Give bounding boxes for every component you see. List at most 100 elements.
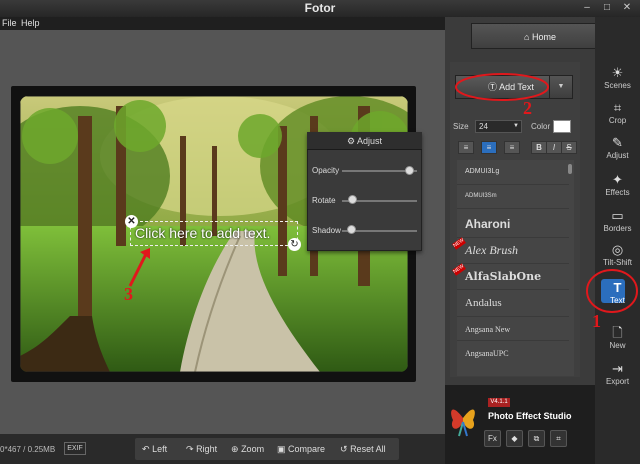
font-item[interactable]: Andalus: [465, 297, 502, 309]
window-title: Fotor: [304, 1, 336, 15]
divider: [457, 263, 569, 264]
font-list-scrollbar[interactable]: [568, 164, 572, 174]
diamond-icon[interactable]: ◆: [506, 430, 523, 447]
reset-all-button[interactable]: ↺ Reset All: [340, 438, 386, 460]
divider: [457, 316, 569, 317]
opacity-label: Opacity: [312, 166, 340, 175]
reset-icon: ↺: [340, 444, 348, 454]
close-icon[interactable]: ✕: [125, 215, 138, 228]
rotate-right-label: Right: [196, 444, 218, 454]
rotate-right-button[interactable]: ↷ Right: [186, 438, 217, 460]
font-item[interactable]: AngsanaUPC: [465, 349, 509, 358]
font-item[interactable]: ADMUI3Sm: [465, 193, 497, 199]
tool-new-label: New: [609, 341, 626, 350]
font-item[interactable]: Alex Brush: [465, 243, 518, 258]
size-label: Size: [453, 122, 469, 131]
tool-adjust[interactable]: ✎ Adjust: [595, 135, 640, 161]
tool-effects[interactable]: ✦ Effects: [595, 172, 640, 198]
tool-export[interactable]: ⇥ Export: [595, 361, 640, 387]
annotation-circle-1: [586, 269, 638, 313]
font-item[interactable]: ADMUI3Lg: [465, 168, 499, 175]
butterfly-logo-icon: [451, 409, 475, 437]
home-icon: ⌂: [524, 32, 530, 42]
shadow-slider-knob[interactable]: [347, 225, 356, 234]
bold-button[interactable]: B: [531, 141, 547, 154]
rotate-slider-knob[interactable]: [348, 195, 357, 204]
tilt-shift-icon: ◎: [611, 242, 624, 257]
sun-icon: ☀: [611, 65, 624, 80]
size-select[interactable]: 24 ▼: [475, 120, 522, 133]
pencil-icon: ✎: [612, 135, 623, 150]
shadow-label: Shadow: [312, 226, 341, 235]
rotate-handle-icon[interactable]: ↻: [288, 238, 301, 251]
rotate-left-label: Left: [152, 444, 168, 454]
home-button[interactable]: ⌂ Home: [471, 23, 609, 49]
tool-effects-label: Effects: [605, 188, 630, 197]
exif-button[interactable]: EXIF: [64, 442, 86, 455]
annotation-number-3: 3: [124, 284, 133, 304]
align-center-button[interactable]: ≡: [481, 141, 497, 154]
fx-icon[interactable]: Fx: [484, 430, 501, 447]
menu-file[interactable]: File: [2, 18, 17, 28]
border-icon: ▭: [611, 208, 624, 223]
tool-scenes-label: Scenes: [604, 81, 631, 90]
compare-button[interactable]: ▣ Compare: [277, 438, 325, 460]
rotate-right-icon: ↷: [186, 444, 194, 454]
zoom-label: Zoom: [241, 444, 265, 454]
chevron-down-icon: ▼: [513, 123, 519, 129]
image-info: 0*467 / 0.25MB: [0, 445, 56, 454]
divider: [457, 340, 569, 341]
add-text-dropdown[interactable]: ▼: [549, 75, 573, 99]
rotate-left-icon: ↶: [142, 444, 150, 454]
home-label: Home: [531, 32, 556, 42]
close-button[interactable]: ✕: [620, 2, 634, 14]
color-swatch[interactable]: [553, 120, 571, 133]
rotate-label: Rotate: [312, 196, 336, 205]
tool-tilt-shift[interactable]: ◎ Tilt-Shift: [595, 242, 640, 268]
annotation-circle-2: [455, 73, 549, 101]
tool-scenes[interactable]: ☀ Scenes: [595, 65, 640, 91]
font-item[interactable]: Angsana New: [465, 325, 510, 334]
menu-help[interactable]: Help: [21, 18, 40, 28]
annotation-number-2: 2: [523, 98, 532, 118]
tool-adjust-label: Adjust: [606, 151, 629, 160]
align-right-button[interactable]: ≡: [504, 141, 520, 154]
maximize-button[interactable]: □: [600, 2, 614, 14]
tool-export-label: Export: [605, 377, 630, 386]
tool-tilt-shift-label: Tilt-Shift: [602, 258, 633, 267]
strikethrough-button[interactable]: S: [561, 141, 577, 154]
tool-crop-label: Crop: [608, 116, 627, 125]
font-item[interactable]: Aharoni: [465, 217, 510, 231]
reset-all-label: Reset All: [350, 444, 386, 454]
text-placeholder[interactable]: Click here to add text.: [135, 225, 270, 241]
adjust-panel-title: Adjust: [357, 136, 383, 146]
font-item[interactable]: AlfaSlabOne: [465, 270, 541, 283]
divider: [457, 289, 569, 290]
frame-icon[interactable]: ⧉: [528, 430, 545, 447]
opacity-slider-knob[interactable]: [405, 166, 414, 175]
menu-bar: [0, 17, 445, 30]
chevron-down-icon: ▼: [557, 83, 565, 90]
zoom-icon: ⊕: [231, 444, 239, 454]
crop-icon[interactable]: ⌗: [550, 430, 567, 447]
new-file-icon: 🗋: [612, 325, 623, 340]
tool-new[interactable]: 🗋 New: [595, 325, 640, 351]
tool-borders[interactable]: ▭ Borders: [595, 208, 640, 234]
size-value: 24: [479, 122, 488, 131]
sparkle-icon: ✦: [612, 172, 623, 187]
rotate-left-button[interactable]: ↶ Left: [142, 438, 167, 460]
export-icon: ⇥: [612, 361, 623, 376]
compare-label: Compare: [288, 444, 326, 454]
divider: [457, 184, 569, 185]
adjust-panel-header: ⚙ Adjust: [307, 132, 422, 150]
tool-crop[interactable]: ⌗ Crop: [595, 101, 640, 126]
minimize-button[interactable]: –: [580, 2, 594, 14]
gear-icon: ⚙: [346, 136, 356, 146]
version-badge: V4.1.1: [488, 398, 510, 407]
italic-button[interactable]: I: [546, 141, 562, 154]
divider: [457, 208, 569, 209]
align-left-button[interactable]: ≡: [458, 141, 474, 154]
promo-title: Photo Effect Studio: [488, 411, 572, 421]
zoom-button[interactable]: ⊕ Zoom: [231, 438, 264, 460]
divider: [457, 237, 569, 238]
